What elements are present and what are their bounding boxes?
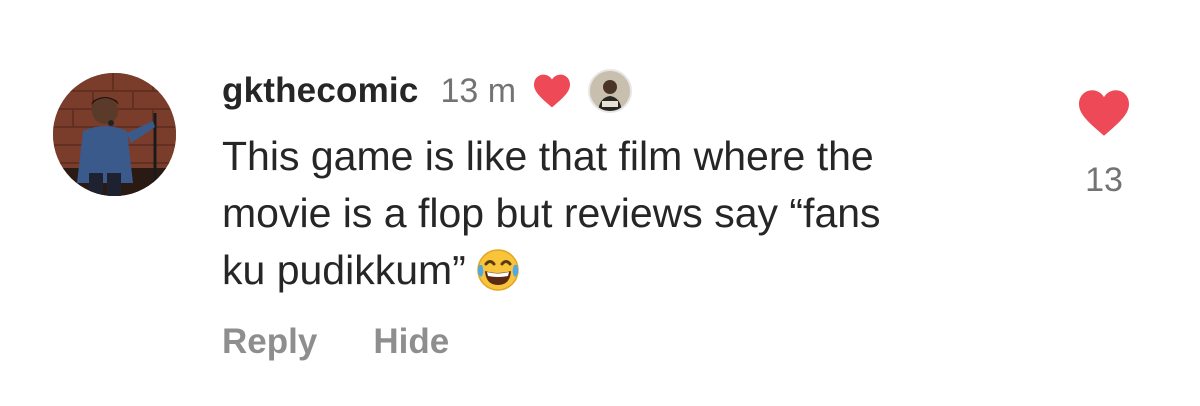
heart-icon bbox=[532, 73, 572, 109]
hide-button[interactable]: Hide bbox=[373, 322, 449, 362]
comment-timestamp: 13 m bbox=[440, 71, 517, 110]
like-heart-icon[interactable] bbox=[1075, 88, 1133, 138]
comment-text-line-1: This game is like that film where the bbox=[222, 133, 874, 179]
comment-text: This game is like that film where the mo… bbox=[222, 128, 1022, 299]
comment-like: 13 bbox=[1068, 88, 1140, 200]
comment-item: gkthecomic 13 m This game is like that f… bbox=[0, 0, 1200, 406]
laughing-tears-emoji-icon bbox=[474, 245, 522, 293]
commenter-avatar[interactable] bbox=[53, 73, 176, 196]
comment-meta: gkthecomic 13 m bbox=[222, 66, 1022, 116]
comment-actions: Reply Hide bbox=[222, 322, 449, 362]
comment-text-line-3: ku pudikkum” bbox=[222, 247, 466, 293]
comment-body: gkthecomic 13 m This game is like that f… bbox=[222, 66, 1022, 299]
reply-button[interactable]: Reply bbox=[222, 322, 317, 362]
commenter-username[interactable]: gkthecomic bbox=[222, 71, 419, 111]
like-count[interactable]: 13 bbox=[1068, 161, 1140, 200]
comment-text-line-2: movie is a flop but reviews say “fans bbox=[222, 190, 881, 236]
creator-liked-avatar bbox=[588, 69, 633, 113]
